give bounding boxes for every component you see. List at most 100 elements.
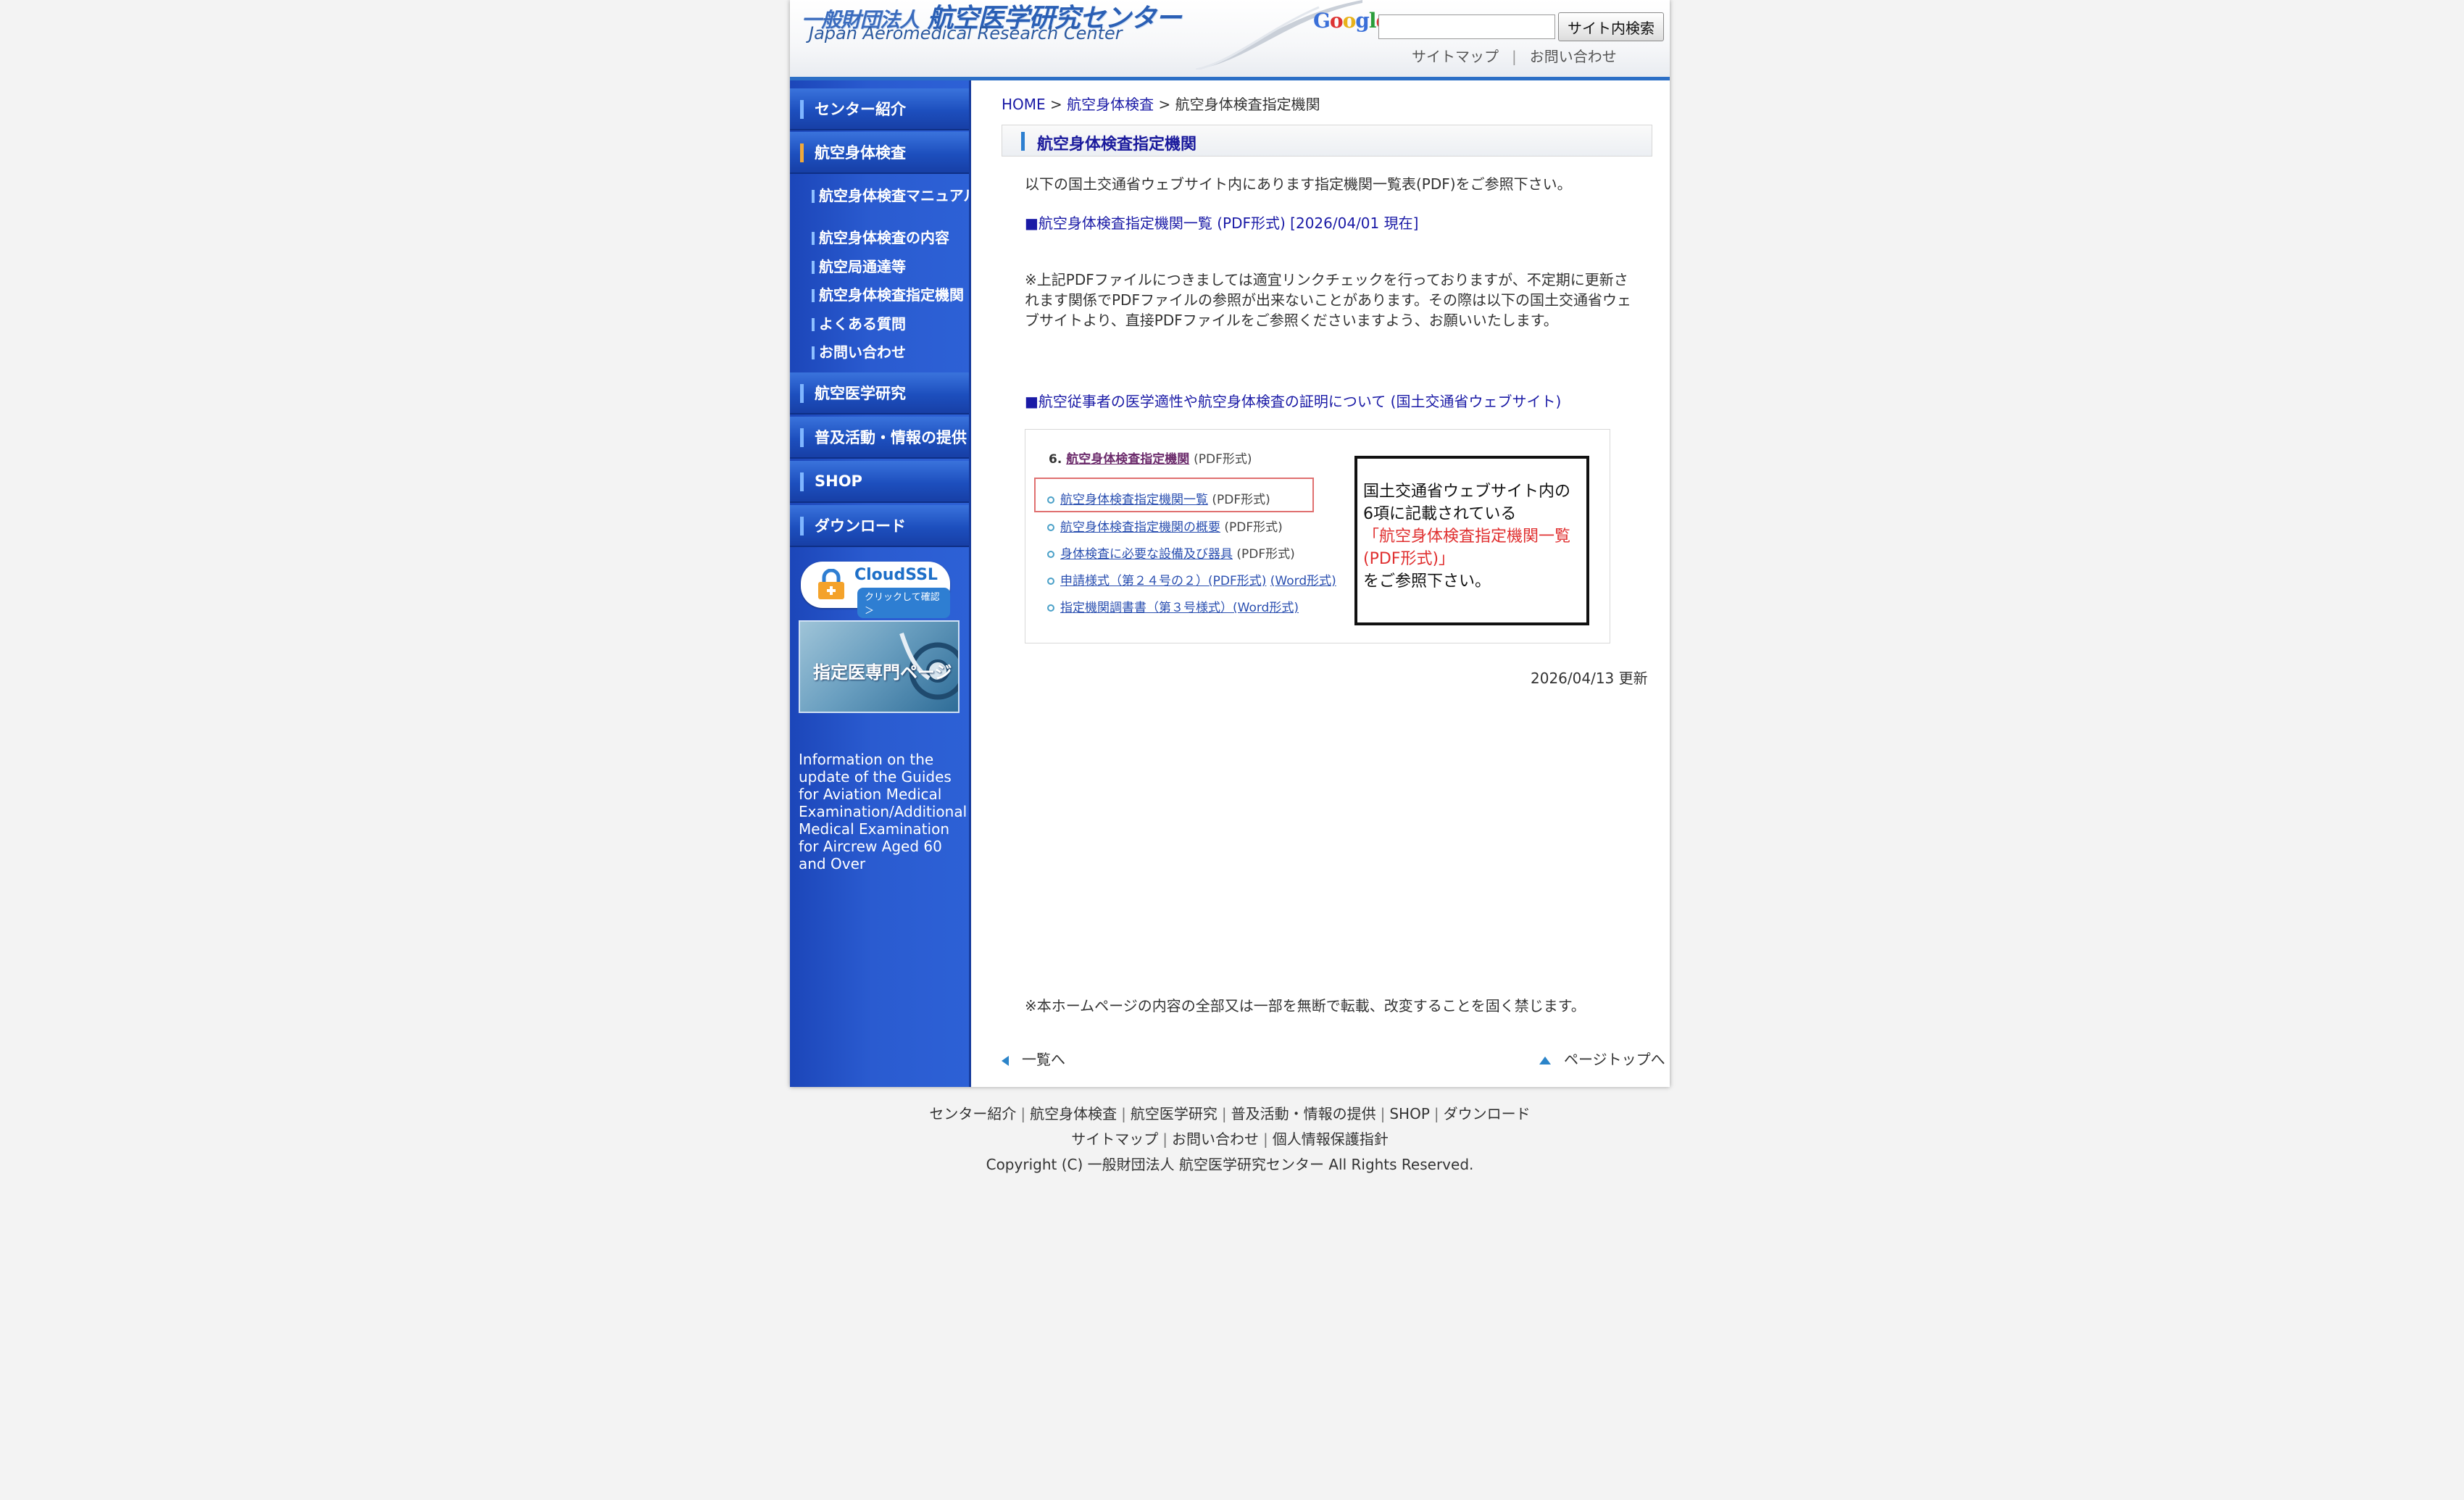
designated-doctor-banner[interactable]: 指定医専門ページ bbox=[799, 620, 960, 713]
site-footer: センター紹介 | 航空身体検査 | 航空医学研究 | 普及活動・情報の提供 | SHOP | ダウン… bbox=[790, 1101, 1670, 1178]
google-logo: Google bbox=[1313, 9, 1389, 33]
footer-link[interactable]: センター紹介 bbox=[929, 1105, 1016, 1122]
nav-center-intro[interactable]: センター紹介 bbox=[790, 88, 971, 130]
subnav-manual[interactable]: 航空身体検査マニュアル bbox=[812, 188, 978, 204]
heading-marker-icon bbox=[1021, 132, 1025, 151]
footer-nav-row: センター紹介 | 航空身体検査 | 航空医学研究 | 普及活動・情報の提供 | SHOP | ダウン… bbox=[790, 1101, 1670, 1127]
page-title: 航空身体検査指定機関 bbox=[1037, 136, 1197, 154]
breadcrumb: HOME > 航空身体検査 > 航空身体検査指定機関 bbox=[1002, 93, 1320, 114]
back-to-list-link[interactable]: 一覧へ bbox=[1002, 1048, 1065, 1069]
updated-date: 2026/04/13 更新 bbox=[1531, 670, 1648, 687]
nav-label: 航空身体検査 bbox=[815, 144, 906, 162]
nav-marker-icon bbox=[800, 517, 804, 536]
callout-line: 6項に記載されている bbox=[1363, 505, 1517, 523]
subnav-label: 航空局通達等 bbox=[819, 258, 906, 275]
divider: | bbox=[1121, 1105, 1126, 1122]
footer-link[interactable]: SHOP bbox=[1389, 1105, 1430, 1122]
bullet-icon bbox=[1047, 578, 1054, 585]
ss-item-suffix: (Word形式) bbox=[1270, 574, 1336, 588]
subnav-marker-icon bbox=[812, 346, 815, 359]
subnav-marker-icon bbox=[812, 289, 815, 302]
nav-marker-icon bbox=[800, 100, 804, 119]
nav-medical-exam[interactable]: 航空身体検査 bbox=[790, 132, 971, 174]
divider: | bbox=[1380, 1105, 1386, 1122]
ss-item-link: 指定機関調書書（第３号様式）(Word形式) bbox=[1060, 601, 1299, 615]
divider: | bbox=[1433, 1105, 1439, 1122]
breadcrumb-separator: > bbox=[1158, 96, 1171, 113]
nav-aeromedical-research[interactable]: 航空医学研究 bbox=[790, 372, 971, 414]
page-top-link[interactable]: ページトップへ bbox=[1539, 1048, 1665, 1069]
page-container: 一般財団法人 航空医学研究センター Japan Aeromedical Rese… bbox=[790, 0, 1670, 1087]
bullet-icon bbox=[1047, 524, 1054, 531]
ss-list-item: 申請様式（第２４号の２）(PDF形式) (Word形式) bbox=[1047, 570, 1336, 588]
footer-link[interactable]: 航空身体検査 bbox=[1030, 1105, 1117, 1122]
bullet-icon bbox=[1047, 551, 1054, 558]
doctor-banner-label: 指定医専門ページ bbox=[813, 662, 952, 683]
breadcrumb-home[interactable]: HOME bbox=[1002, 96, 1046, 113]
ss-item-suffix: (PDF形式) bbox=[1212, 493, 1270, 507]
ss-heading-num: 6. bbox=[1049, 452, 1062, 467]
ss-heading: 6. 航空身体検査指定機関 (PDF形式) bbox=[1049, 449, 1252, 467]
footer-link[interactable]: 個人情報保護指針 bbox=[1273, 1130, 1389, 1148]
ss-item-link: 身体検査に必要な設備及び器具 bbox=[1060, 547, 1233, 562]
nav-label: SHOP bbox=[815, 472, 862, 490]
nav-marker-icon bbox=[800, 472, 804, 491]
designated-institutions-pdf-link[interactable]: ■航空身体検査指定機関一覧 (PDF形式) [2026/04/01 現在] bbox=[1025, 212, 1418, 233]
subnav-notices[interactable]: 航空局通達等 bbox=[812, 259, 978, 275]
bullet-icon bbox=[1047, 604, 1054, 612]
callout-line: をご参照下さい。 bbox=[1363, 572, 1491, 591]
cloudssl-badge[interactable]: CloudSSL クリックして確認 ＞ bbox=[801, 562, 950, 618]
footer-link[interactable]: ダウンロード bbox=[1444, 1105, 1531, 1122]
guides-update-link[interactable]: Information on the update of the Guides … bbox=[799, 751, 967, 872]
nav-marker-icon bbox=[800, 428, 804, 447]
ss-item-link: 航空身体検査指定機関一覧 bbox=[1060, 493, 1208, 507]
ss-list-item: 身体検査に必要な設備及び器具 (PDF形式) bbox=[1047, 543, 1295, 562]
subnav-label: 航空身体検査の内容 bbox=[819, 229, 949, 246]
nav-label: 航空医学研究 bbox=[815, 385, 906, 402]
arrow-up-icon bbox=[1539, 1057, 1551, 1064]
site-search-button[interactable]: サイト内検索 bbox=[1558, 12, 1664, 41]
site-header: 一般財団法人 航空医学研究センター Japan Aeromedical Rese… bbox=[790, 0, 1670, 80]
divider: | bbox=[1020, 1105, 1026, 1122]
callout-line: 国土交通省ウェブサイト内の bbox=[1363, 483, 1571, 501]
mlit-reference-image: 6. 航空身体検査指定機関 (PDF形式) 航空身体検査指定機関一覧 (PDF形… bbox=[1025, 429, 1610, 643]
ss-item-suffix: (PDF形式) bbox=[1224, 520, 1283, 535]
nav-outreach[interactable]: 普及活動・情報の提供 bbox=[790, 417, 971, 459]
callout-highlight: (PDF形式)」 bbox=[1363, 550, 1455, 568]
footer-link[interactable]: 航空医学研究 bbox=[1131, 1105, 1218, 1122]
nav-shop[interactable]: SHOP bbox=[790, 461, 971, 503]
page-heading-box: 航空身体検査指定機関 bbox=[1002, 125, 1652, 157]
divider: | bbox=[1512, 48, 1517, 65]
subnav-faq[interactable]: よくある質問 bbox=[812, 316, 978, 332]
divider: | bbox=[1162, 1130, 1168, 1148]
subnav-label: 航空身体検査マニュアル bbox=[819, 187, 978, 204]
subnav-marker-icon bbox=[812, 261, 815, 274]
footer-util-row: サイトマップ | お問い合わせ | 個人情報保護指針 bbox=[790, 1127, 1670, 1152]
subnav-designated-institutions[interactable]: 航空身体検査指定機関 bbox=[812, 287, 978, 303]
subnav-label: よくある質問 bbox=[819, 315, 906, 333]
mlit-website-link[interactable]: ■航空従事者の医学適性や航空身体検査の証明について (国土交通省ウェブサイト) bbox=[1025, 390, 1561, 411]
subnav-label: お問い合わせ bbox=[819, 343, 906, 361]
subnav-contact[interactable]: お問い合わせ bbox=[812, 344, 978, 360]
footer-link[interactable]: お問い合わせ bbox=[1172, 1130, 1259, 1148]
breadcrumb-current: 航空身体検査指定機関 bbox=[1175, 96, 1320, 113]
footer-link[interactable]: 普及活動・情報の提供 bbox=[1231, 1105, 1376, 1122]
breadcrumb-parent[interactable]: 航空身体検査 bbox=[1067, 96, 1154, 113]
subnav-exam-content[interactable]: 航空身体検査の内容 bbox=[812, 230, 978, 246]
ss-list-item: 航空身体検査指定機関一覧 (PDF形式) bbox=[1047, 489, 1270, 507]
sitemap-link[interactable]: サイトマップ bbox=[1412, 48, 1499, 65]
nav-download[interactable]: ダウンロード bbox=[790, 505, 971, 547]
divider: | bbox=[1221, 1105, 1227, 1122]
top-label: ページトップへ bbox=[1564, 1051, 1665, 1068]
contact-link[interactable]: お問い合わせ bbox=[1530, 48, 1617, 65]
callout-highlight: 「航空身体検査指定機関一覧 bbox=[1363, 528, 1571, 546]
subnav-marker-icon bbox=[812, 318, 815, 331]
ss-heading-suffix: (PDF形式) bbox=[1194, 452, 1252, 467]
subnav-marker-icon bbox=[812, 232, 815, 245]
search-input[interactable] bbox=[1378, 14, 1555, 39]
ss-list-item: 指定機関調書書（第３号様式）(Word形式) bbox=[1047, 597, 1299, 615]
footer-link[interactable]: サイトマップ bbox=[1071, 1130, 1158, 1148]
divider: | bbox=[1263, 1130, 1268, 1148]
lock-icon bbox=[818, 569, 844, 599]
ss-item-link: 航空身体検査指定機関の概要 bbox=[1060, 520, 1220, 535]
